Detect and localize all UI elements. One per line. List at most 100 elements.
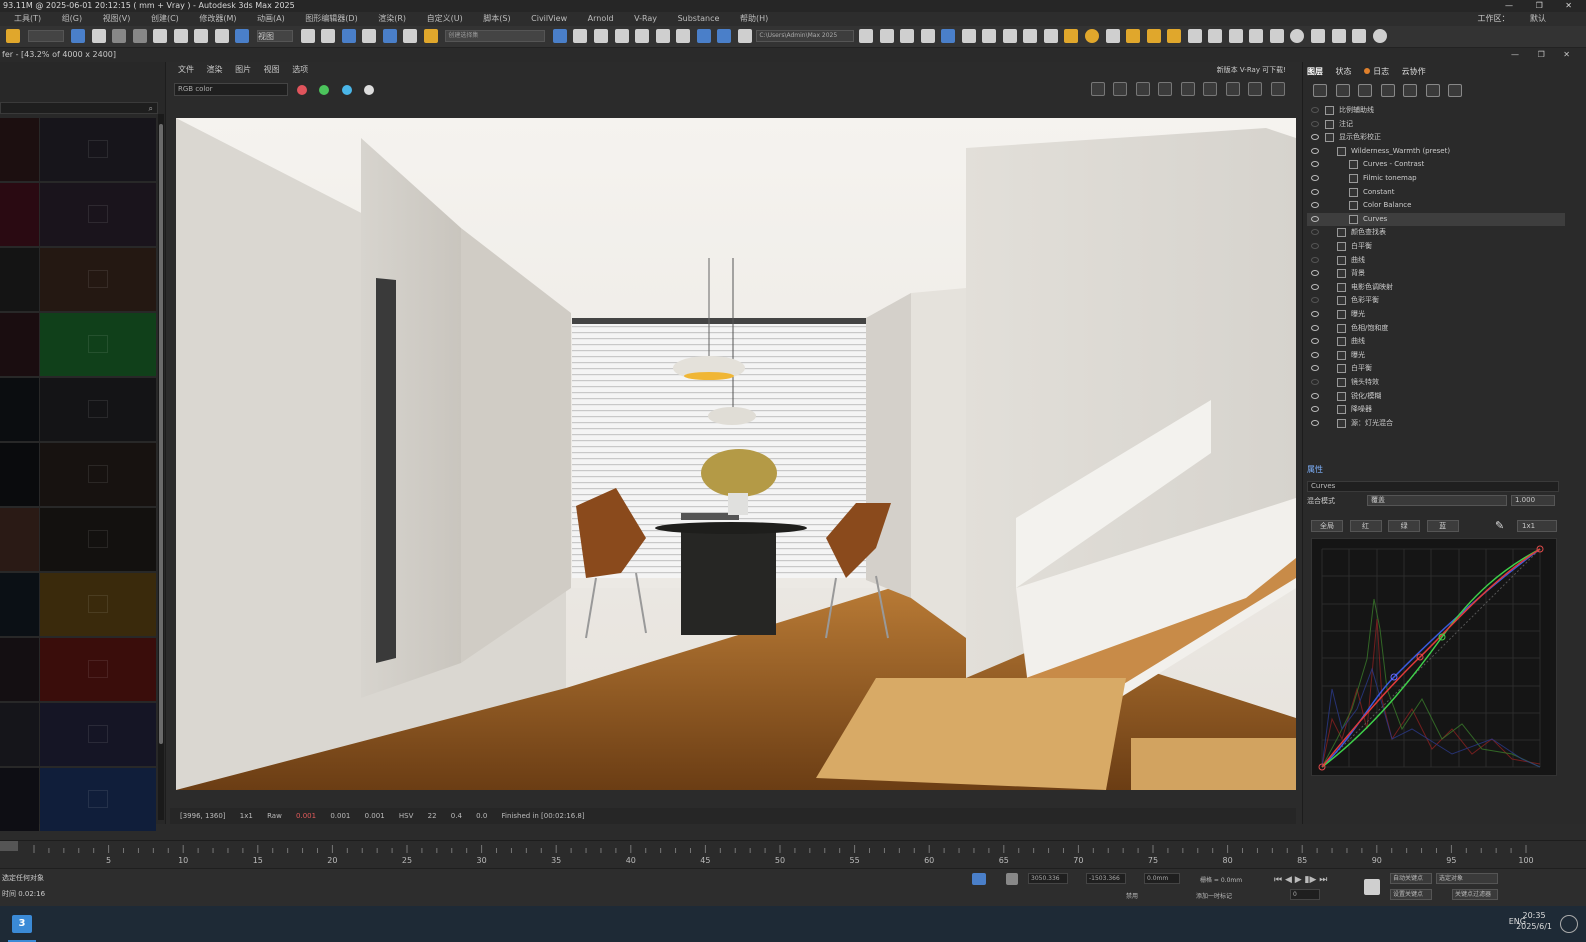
render-active-icon[interactable] xyxy=(920,29,935,43)
layer-row[interactable]: Constant xyxy=(1307,186,1565,199)
timeline[interactable]: 5 10 15 20 25 30 35 40 45 50 55 60 65 70 75 80 85 90 95 100 xyxy=(0,840,1586,866)
history-thumbnail-left[interactable] xyxy=(0,248,39,311)
window-crossing-icon[interactable] xyxy=(132,29,147,43)
menu-animation[interactable]: 动画(A) xyxy=(257,14,285,23)
vray-dome-icon[interactable] xyxy=(1002,29,1017,43)
layer-row[interactable]: 源：灯光混合 xyxy=(1307,417,1565,430)
angle-snap-icon[interactable] xyxy=(362,29,377,43)
vray-sunlight-icon[interactable] xyxy=(1167,29,1182,43)
layer-list-icon[interactable] xyxy=(1403,84,1418,97)
history-thumbnail-left[interactable] xyxy=(0,443,39,506)
tab-layers[interactable]: 图层 xyxy=(1307,67,1323,76)
history-thumbnail-left[interactable] xyxy=(0,508,39,571)
curve-editor-icon[interactable] xyxy=(655,29,670,43)
delete-layer-icon[interactable] xyxy=(1335,84,1350,97)
tab-log[interactable]: 日志 xyxy=(1364,67,1389,76)
move-icon[interactable] xyxy=(153,29,168,43)
history-thumbnail-left[interactable] xyxy=(0,183,39,246)
current-frame-field[interactable]: 0 xyxy=(1290,889,1320,900)
history-item[interactable] xyxy=(0,313,156,377)
green-channel-toggle[interactable] xyxy=(319,85,329,95)
eye-icon[interactable] xyxy=(1311,392,1319,399)
layer-row[interactable]: 颜色查找表 xyxy=(1307,226,1565,239)
vray-spot-icon[interactable] xyxy=(1126,29,1141,43)
menu-create[interactable]: 创建(C) xyxy=(151,14,179,23)
rotate-icon[interactable] xyxy=(173,29,188,43)
add-layer-icon[interactable] xyxy=(1313,84,1327,97)
menu-views[interactable]: 视图(V) xyxy=(103,14,131,23)
layer-row[interactable]: 锐化/模糊 xyxy=(1307,390,1565,403)
window-controls[interactable]: — ❐ ✕ xyxy=(1505,0,1582,12)
history-item[interactable] xyxy=(0,378,156,442)
mono-channel-toggle[interactable] xyxy=(364,85,374,95)
scene-explorer-icon[interactable] xyxy=(594,29,609,43)
layer-row[interactable]: 曲线 xyxy=(1307,335,1565,348)
eye-icon[interactable] xyxy=(1311,215,1319,222)
mirror-icon[interactable] xyxy=(552,29,567,43)
curve-zoom-select[interactable]: 1x1 xyxy=(1517,520,1557,532)
pivot-icon[interactable] xyxy=(300,29,315,43)
history-thumbnail-left[interactable] xyxy=(0,118,39,181)
history-thumbnail[interactable] xyxy=(40,768,156,831)
vray-sphere-icon[interactable] xyxy=(1023,29,1038,43)
region-render-icon[interactable] xyxy=(1135,82,1150,96)
layer-row[interactable]: 电影色调映射 xyxy=(1307,281,1565,294)
eyedropper-icon[interactable]: ✎ xyxy=(1495,519,1504,532)
history-thumbnail-left[interactable] xyxy=(0,638,39,701)
layer-row[interactable]: 白平衡 xyxy=(1307,362,1565,375)
history-thumbnail-left[interactable] xyxy=(0,703,39,766)
vfb-menu-render[interactable]: 渲染 xyxy=(207,65,223,74)
layer-row[interactable]: 背景 xyxy=(1307,267,1565,280)
place-icon[interactable] xyxy=(214,29,229,43)
history-item[interactable] xyxy=(0,703,156,767)
menu-rendering[interactable]: 渲染(R) xyxy=(378,14,406,23)
menu-tools[interactable]: 工具(T) xyxy=(14,14,41,23)
history-item[interactable] xyxy=(0,118,156,182)
layer-row[interactable]: 镜头特效 xyxy=(1307,376,1565,389)
scrollbar-thumb[interactable] xyxy=(159,124,163,744)
eye-icon[interactable] xyxy=(1311,120,1319,127)
render-image[interactable] xyxy=(176,118,1296,790)
history-item[interactable] xyxy=(0,248,156,312)
history-thumbnail-left[interactable] xyxy=(0,573,39,636)
menu-modifiers[interactable]: 修改器(M) xyxy=(199,14,236,23)
system-clock[interactable]: 20:35 2025/6/1 xyxy=(1516,910,1552,932)
zoom-select[interactable]: 1x1 xyxy=(240,812,253,820)
enable-toggle[interactable]: 禁用 xyxy=(1126,891,1138,900)
menu-vray[interactable]: V-Ray xyxy=(634,14,657,23)
eye-icon[interactable] xyxy=(1311,419,1319,426)
layer-row[interactable]: 曲线 xyxy=(1307,254,1565,267)
snap-toggle-icon[interactable] xyxy=(341,29,356,43)
layer-row[interactable]: 降噪器 xyxy=(1307,403,1565,416)
vray-fur-icon[interactable] xyxy=(1187,29,1202,43)
render-icon[interactable] xyxy=(879,29,894,43)
eye-icon[interactable] xyxy=(1311,147,1319,154)
ribbon-icon[interactable] xyxy=(635,29,650,43)
history-thumbnail[interactable] xyxy=(40,703,156,766)
history-thumbnail[interactable] xyxy=(40,638,156,701)
history-thumbnail[interactable] xyxy=(40,248,156,311)
layer-row[interactable]: 曝光 xyxy=(1307,349,1565,362)
raw-toggle[interactable]: Raw xyxy=(267,812,282,820)
vray-sun-icon[interactable] xyxy=(1064,29,1079,43)
layer-row[interactable]: Curves - Contrast xyxy=(1307,158,1565,171)
vray-ambient-icon[interactable] xyxy=(1146,29,1161,43)
3dsmax-taskbar-icon[interactable]: 3 xyxy=(12,915,32,933)
color-mode-select[interactable]: HSV xyxy=(399,812,414,820)
undo-icon[interactable] xyxy=(6,29,20,43)
add-time-tag[interactable]: 添加一时标记 xyxy=(1196,891,1232,900)
layer-row[interactable]: Curves xyxy=(1307,212,1565,226)
vray-material-icon[interactable] xyxy=(1290,29,1305,43)
vfb-menu-file[interactable]: 文件 xyxy=(178,65,194,74)
menu-customize[interactable]: 自定义(U) xyxy=(427,14,463,23)
eye-icon[interactable] xyxy=(1311,161,1319,168)
layer-name-field[interactable]: Curves xyxy=(1307,481,1559,492)
vray-decal-icon[interactable] xyxy=(1208,29,1223,43)
vray-light-icon[interactable] xyxy=(982,29,997,43)
vray-cosmos-icon[interactable] xyxy=(1310,29,1325,43)
history-item[interactable] xyxy=(0,768,156,832)
undo-layer-icon[interactable] xyxy=(1425,84,1440,97)
eye-icon[interactable] xyxy=(1311,311,1319,317)
absolute-mode-icon[interactable] xyxy=(1006,873,1018,885)
save-image-icon[interactable] xyxy=(1090,82,1105,96)
